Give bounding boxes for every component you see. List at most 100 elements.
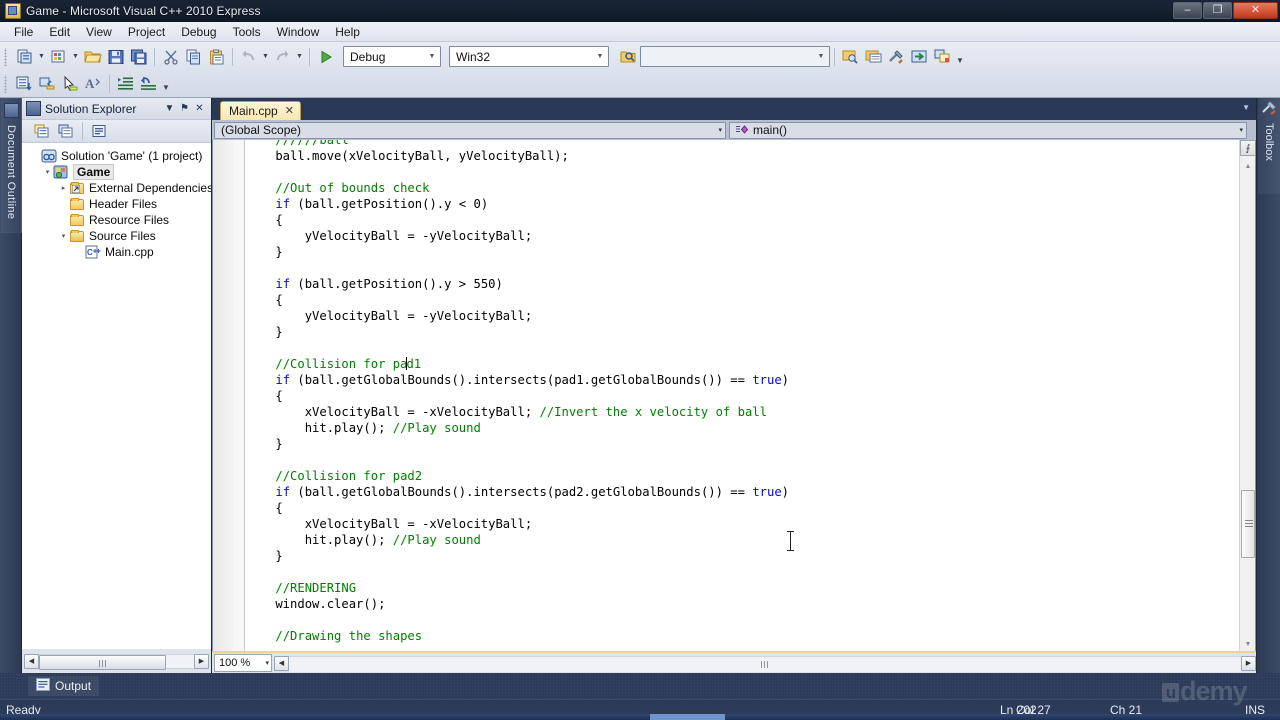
tree-item-external-dependencies[interactable]: ▸ External Dependencies	[22, 180, 211, 196]
chevron-down-icon[interactable]: ▼	[813, 47, 829, 66]
tab-label: Main.cpp	[229, 104, 278, 118]
scroll-left-icon[interactable]: ◀	[24, 654, 39, 669]
hscroll-track[interactable]	[289, 656, 1241, 671]
expander[interactable]: ▾	[42, 164, 53, 180]
solution-platform-combo[interactable]: Win32 ▼	[449, 46, 609, 67]
save-all-icon[interactable]	[127, 46, 150, 68]
output-tab[interactable]: Output	[28, 676, 99, 696]
navigate-back-icon[interactable]	[36, 73, 59, 95]
toolbox-tab[interactable]: Toolbox	[1258, 98, 1280, 194]
chevron-down-icon[interactable]: ▾	[1239, 123, 1243, 138]
tab-main-cpp[interactable]: Main.cpp ✕	[220, 101, 301, 120]
scroll-down-icon[interactable]: ▼	[1240, 636, 1256, 652]
go-to-icon[interactable]	[908, 46, 931, 68]
restore-button[interactable]: ❐	[1203, 2, 1232, 19]
add-new-item-icon[interactable]	[47, 46, 70, 68]
menu-view[interactable]: View	[78, 23, 120, 41]
tabstrip-menu-icon[interactable]: ▼	[1242, 103, 1250, 112]
chevron-down-icon[interactable]: ▼	[162, 101, 177, 117]
menu-tools[interactable]: Tools	[225, 23, 269, 41]
tree-item-resource-files[interactable]: Resource Files	[22, 212, 211, 228]
editor-vertical-scrollbar[interactable]: ⨍ ▲ ▼	[1239, 140, 1255, 652]
class-view-icon[interactable]	[13, 73, 36, 95]
toolbar-grip-2[interactable]	[3, 75, 10, 93]
close-icon[interactable]: ✕	[285, 106, 294, 117]
solution-explorer-hscrollbar[interactable]: ◀ ▶	[22, 649, 211, 673]
close-button[interactable]: ✕	[1233, 2, 1278, 19]
split-view-icon[interactable]: ⨍	[1240, 140, 1256, 156]
tools-icon[interactable]	[885, 46, 908, 68]
selection-margin[interactable]	[233, 140, 245, 652]
chevron-down-icon[interactable]: ▾	[265, 655, 269, 671]
scroll-right-icon[interactable]: ▶	[194, 654, 209, 669]
code-editor[interactable]: //////ball ball.move(xVelocityBall, yVel…	[212, 140, 1256, 653]
expander[interactable]	[30, 148, 41, 164]
code-token: }	[246, 245, 283, 259]
pin-icon[interactable]: ⚑	[177, 101, 192, 117]
decrease-indent-icon[interactable]	[137, 73, 160, 95]
code-text[interactable]: //////ball ball.move(xVelocityBall, yVel…	[246, 140, 1239, 652]
copy-icon[interactable]	[182, 46, 205, 68]
chevron-down-icon[interactable]: ▾	[718, 123, 722, 138]
solution-tree[interactable]: Solution 'Game' (1 project) ▾ Game ▸	[22, 143, 211, 649]
menu-debug[interactable]: Debug	[173, 23, 224, 41]
minimize-button[interactable]: –	[1173, 2, 1202, 19]
hscroll-thumb[interactable]	[289, 657, 1241, 672]
zoom-combo[interactable]: 100 % ▾	[214, 654, 272, 672]
scissors-icon[interactable]	[159, 46, 182, 68]
menu-edit[interactable]: Edit	[41, 23, 78, 41]
toolbar-grip[interactable]	[3, 48, 10, 66]
hscroll-thumb[interactable]	[39, 655, 166, 670]
vscroll-thumb[interactable]	[1241, 490, 1255, 558]
tree-item-main-cpp[interactable]: C Main.cpp	[22, 244, 211, 260]
expander[interactable]: ▸	[58, 180, 69, 196]
tree-item-header-files[interactable]: Header Files	[22, 196, 211, 212]
add-new-item-dropdown-arrow[interactable]: ▼	[70, 46, 81, 68]
solution-explorer-icon[interactable]	[839, 46, 862, 68]
find-scope-icon[interactable]	[617, 46, 640, 68]
code-token: if	[275, 197, 290, 211]
expander[interactable]: ▾	[58, 228, 69, 244]
tree-item-solution[interactable]: Solution 'Game' (1 project)	[22, 148, 211, 164]
editor-horizontal-scrollbar[interactable]: ◀ ▶	[274, 654, 1256, 672]
green-play-icon[interactable]	[314, 46, 337, 68]
document-outline-tab[interactable]: Document Outline	[0, 98, 22, 233]
taskbar-active-item[interactable]	[650, 714, 725, 720]
font-a-icon[interactable]: A	[82, 73, 105, 95]
tree-item-label: Game	[73, 164, 114, 180]
show-all-files-icon[interactable]	[54, 121, 78, 141]
save-disk-icon[interactable]	[104, 46, 127, 68]
member-value: main()	[753, 123, 787, 137]
find-input[interactable]: ▼	[640, 46, 830, 67]
menu-window[interactable]: Window	[269, 23, 328, 41]
hscroll-track[interactable]	[39, 654, 194, 669]
menu-help[interactable]: Help	[327, 23, 368, 41]
chevron-down-icon[interactable]: ▼	[424, 47, 440, 66]
indicator-margin[interactable]	[213, 140, 233, 652]
menu-project[interactable]: Project	[120, 23, 173, 41]
new-project-icon[interactable]	[13, 46, 36, 68]
member-combo[interactable]: main() ▾	[729, 122, 1247, 139]
scroll-right-icon[interactable]: ▶	[1241, 656, 1256, 671]
close-icon[interactable]: ✕	[192, 101, 207, 117]
pointer-icon[interactable]	[59, 73, 82, 95]
tree-item-source-files[interactable]: ▾ Source Files	[22, 228, 211, 244]
properties-window-icon[interactable]	[862, 46, 885, 68]
toolbar-overflow-icon-2[interactable]: ▼	[160, 73, 172, 95]
scope-combo[interactable]: (Global Scope) ▾	[214, 122, 726, 139]
view-code-icon[interactable]	[87, 121, 111, 141]
menu-file[interactable]: File	[6, 23, 41, 41]
code-token: yVelocityBall = -yVelocityBall;	[246, 309, 532, 323]
error-list-icon[interactable]	[931, 46, 954, 68]
solution-configuration-combo[interactable]: Debug ▼	[343, 46, 441, 67]
properties-icon[interactable]	[30, 121, 54, 141]
new-project-dropdown-arrow[interactable]: ▼	[36, 46, 47, 68]
scroll-up-icon[interactable]: ▲	[1240, 158, 1256, 174]
toolbar-overflow-icon[interactable]: ▼	[954, 46, 966, 68]
open-folder-icon[interactable]	[81, 46, 104, 68]
tree-item-project[interactable]: ▾ Game	[22, 164, 211, 180]
paste-icon[interactable]	[205, 46, 228, 68]
increase-indent-icon[interactable]	[114, 73, 137, 95]
chevron-down-icon[interactable]: ▼	[592, 47, 608, 66]
scroll-left-icon[interactable]: ◀	[274, 656, 289, 671]
